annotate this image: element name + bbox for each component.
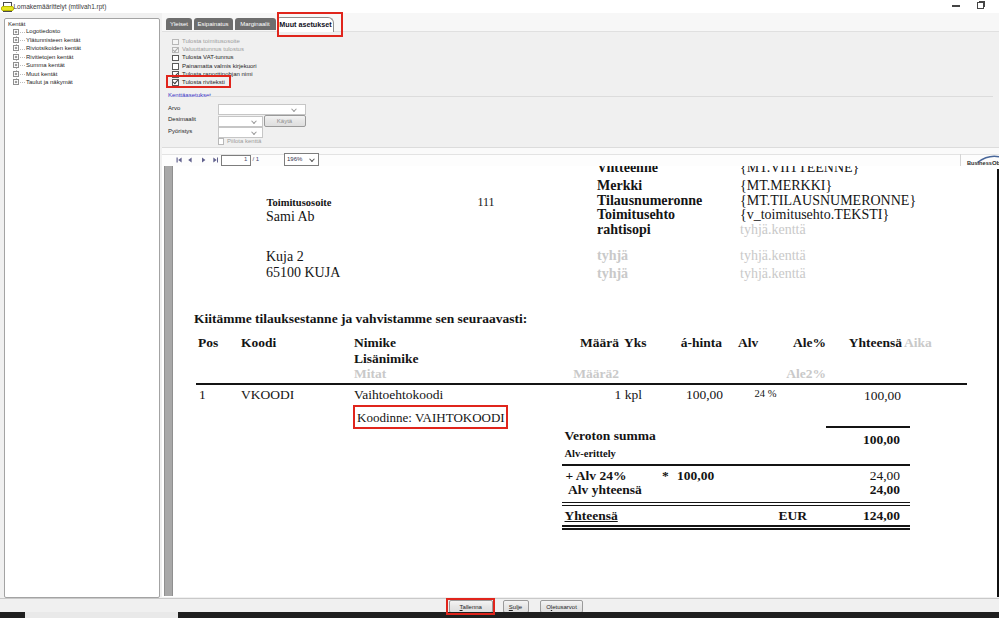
svg-text:BusinessObj: BusinessObj xyxy=(967,160,999,166)
